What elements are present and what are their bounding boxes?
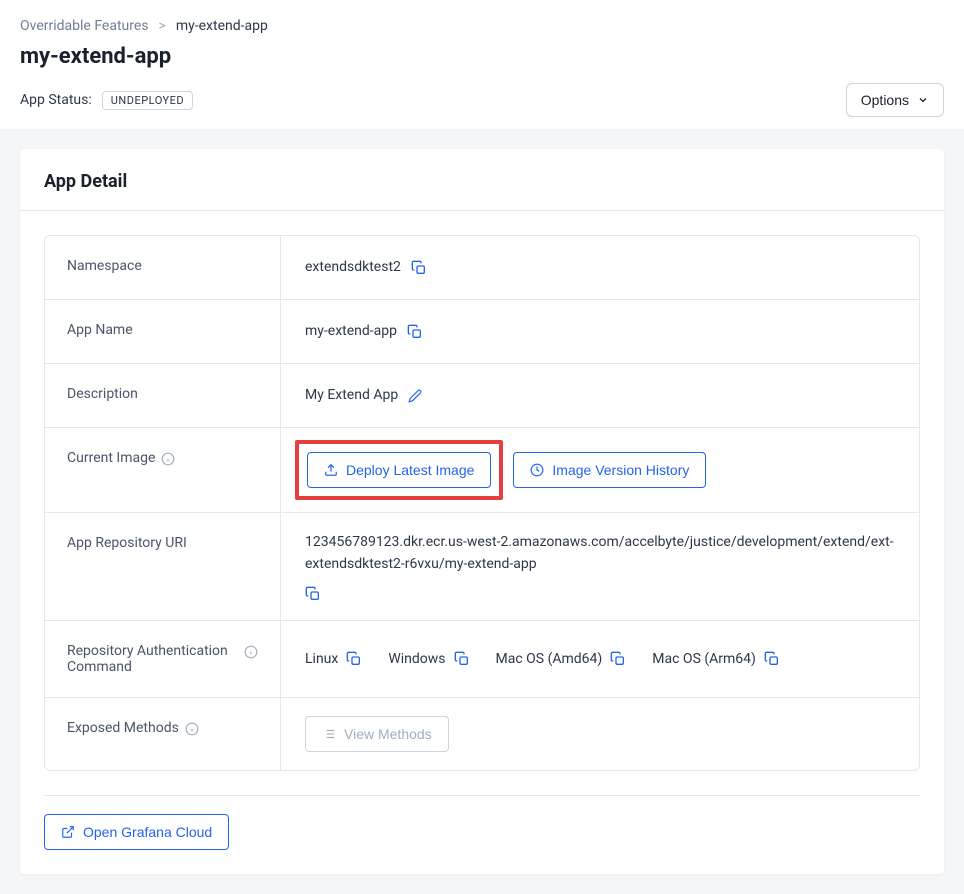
status-badge: UNDEPLOYED <box>102 91 193 110</box>
app-name-label: App Name <box>45 300 281 363</box>
os-mac-amd64: Mac OS (Amd64) <box>496 648 603 670</box>
copy-icon[interactable] <box>346 651 362 667</box>
copy-icon[interactable] <box>610 651 626 667</box>
image-version-history-button[interactable]: Image Version History <box>513 452 706 488</box>
info-icon[interactable] <box>244 645 258 659</box>
row-description: Description My Extend App <box>45 364 919 428</box>
copy-icon[interactable] <box>305 586 321 602</box>
repo-uri-label: App Repository URI <box>45 513 281 620</box>
deploy-latest-image-button[interactable]: Deploy Latest Image <box>307 452 491 488</box>
options-button-label: Options <box>861 92 909 108</box>
history-button-label: Image Version History <box>552 462 689 478</box>
os-windows: Windows <box>388 648 445 670</box>
chevron-down-icon <box>917 94 929 106</box>
history-icon <box>530 463 544 477</box>
copy-icon[interactable] <box>764 651 780 667</box>
app-name-value: my-extend-app <box>305 320 397 342</box>
external-link-icon <box>61 825 75 839</box>
row-current-image: Current Image Deploy Latest Image <box>45 428 919 513</box>
info-icon[interactable] <box>161 452 175 466</box>
row-repo-auth: Repository Authentication Command Linux … <box>45 621 919 698</box>
current-image-label: Current Image <box>67 450 155 466</box>
namespace-label: Namespace <box>45 236 281 299</box>
upload-icon <box>324 463 338 477</box>
repo-auth-label: Repository Authentication Command <box>67 643 238 675</box>
breadcrumb-parent[interactable]: Overridable Features <box>20 18 149 34</box>
app-status-label: App Status: <box>20 92 92 108</box>
os-linux: Linux <box>305 648 338 670</box>
grafana-button-label: Open Grafana Cloud <box>83 824 212 840</box>
highlight-deploy: Deploy Latest Image <box>295 440 503 500</box>
view-methods-button[interactable]: View Methods <box>305 716 449 752</box>
options-button[interactable]: Options <box>846 83 944 117</box>
copy-icon[interactable] <box>454 651 470 667</box>
breadcrumb-current: my-extend-app <box>176 18 268 34</box>
view-methods-label: View Methods <box>344 726 432 742</box>
card-title: App Detail <box>20 149 944 211</box>
copy-icon[interactable] <box>411 260 427 276</box>
exposed-methods-label: Exposed Methods <box>67 720 179 736</box>
list-icon <box>322 727 336 741</box>
row-exposed-methods: Exposed Methods View Methods <box>45 698 919 770</box>
info-icon[interactable] <box>185 722 199 736</box>
row-repo-uri: App Repository URI 123456789123.dkr.ecr.… <box>45 513 919 621</box>
namespace-value: extendsdktest2 <box>305 256 401 278</box>
description-value: My Extend App <box>305 384 398 406</box>
page-title: my-extend-app <box>20 44 944 69</box>
breadcrumb: Overridable Features > my-extend-app <box>20 18 944 34</box>
description-label: Description <box>45 364 281 427</box>
divider <box>44 795 920 796</box>
open-grafana-button[interactable]: Open Grafana Cloud <box>44 814 229 850</box>
row-namespace: Namespace extendsdktest2 <box>45 236 919 300</box>
os-mac-arm64: Mac OS (Arm64) <box>652 648 756 670</box>
copy-icon[interactable] <box>407 324 423 340</box>
repo-uri-value: 123456789123.dkr.ecr.us-west-2.amazonaws… <box>305 531 895 576</box>
chevron-right-icon: > <box>159 18 166 34</box>
row-app-name: App Name my-extend-app <box>45 300 919 364</box>
edit-icon[interactable] <box>408 389 422 403</box>
deploy-button-label: Deploy Latest Image <box>346 462 474 478</box>
